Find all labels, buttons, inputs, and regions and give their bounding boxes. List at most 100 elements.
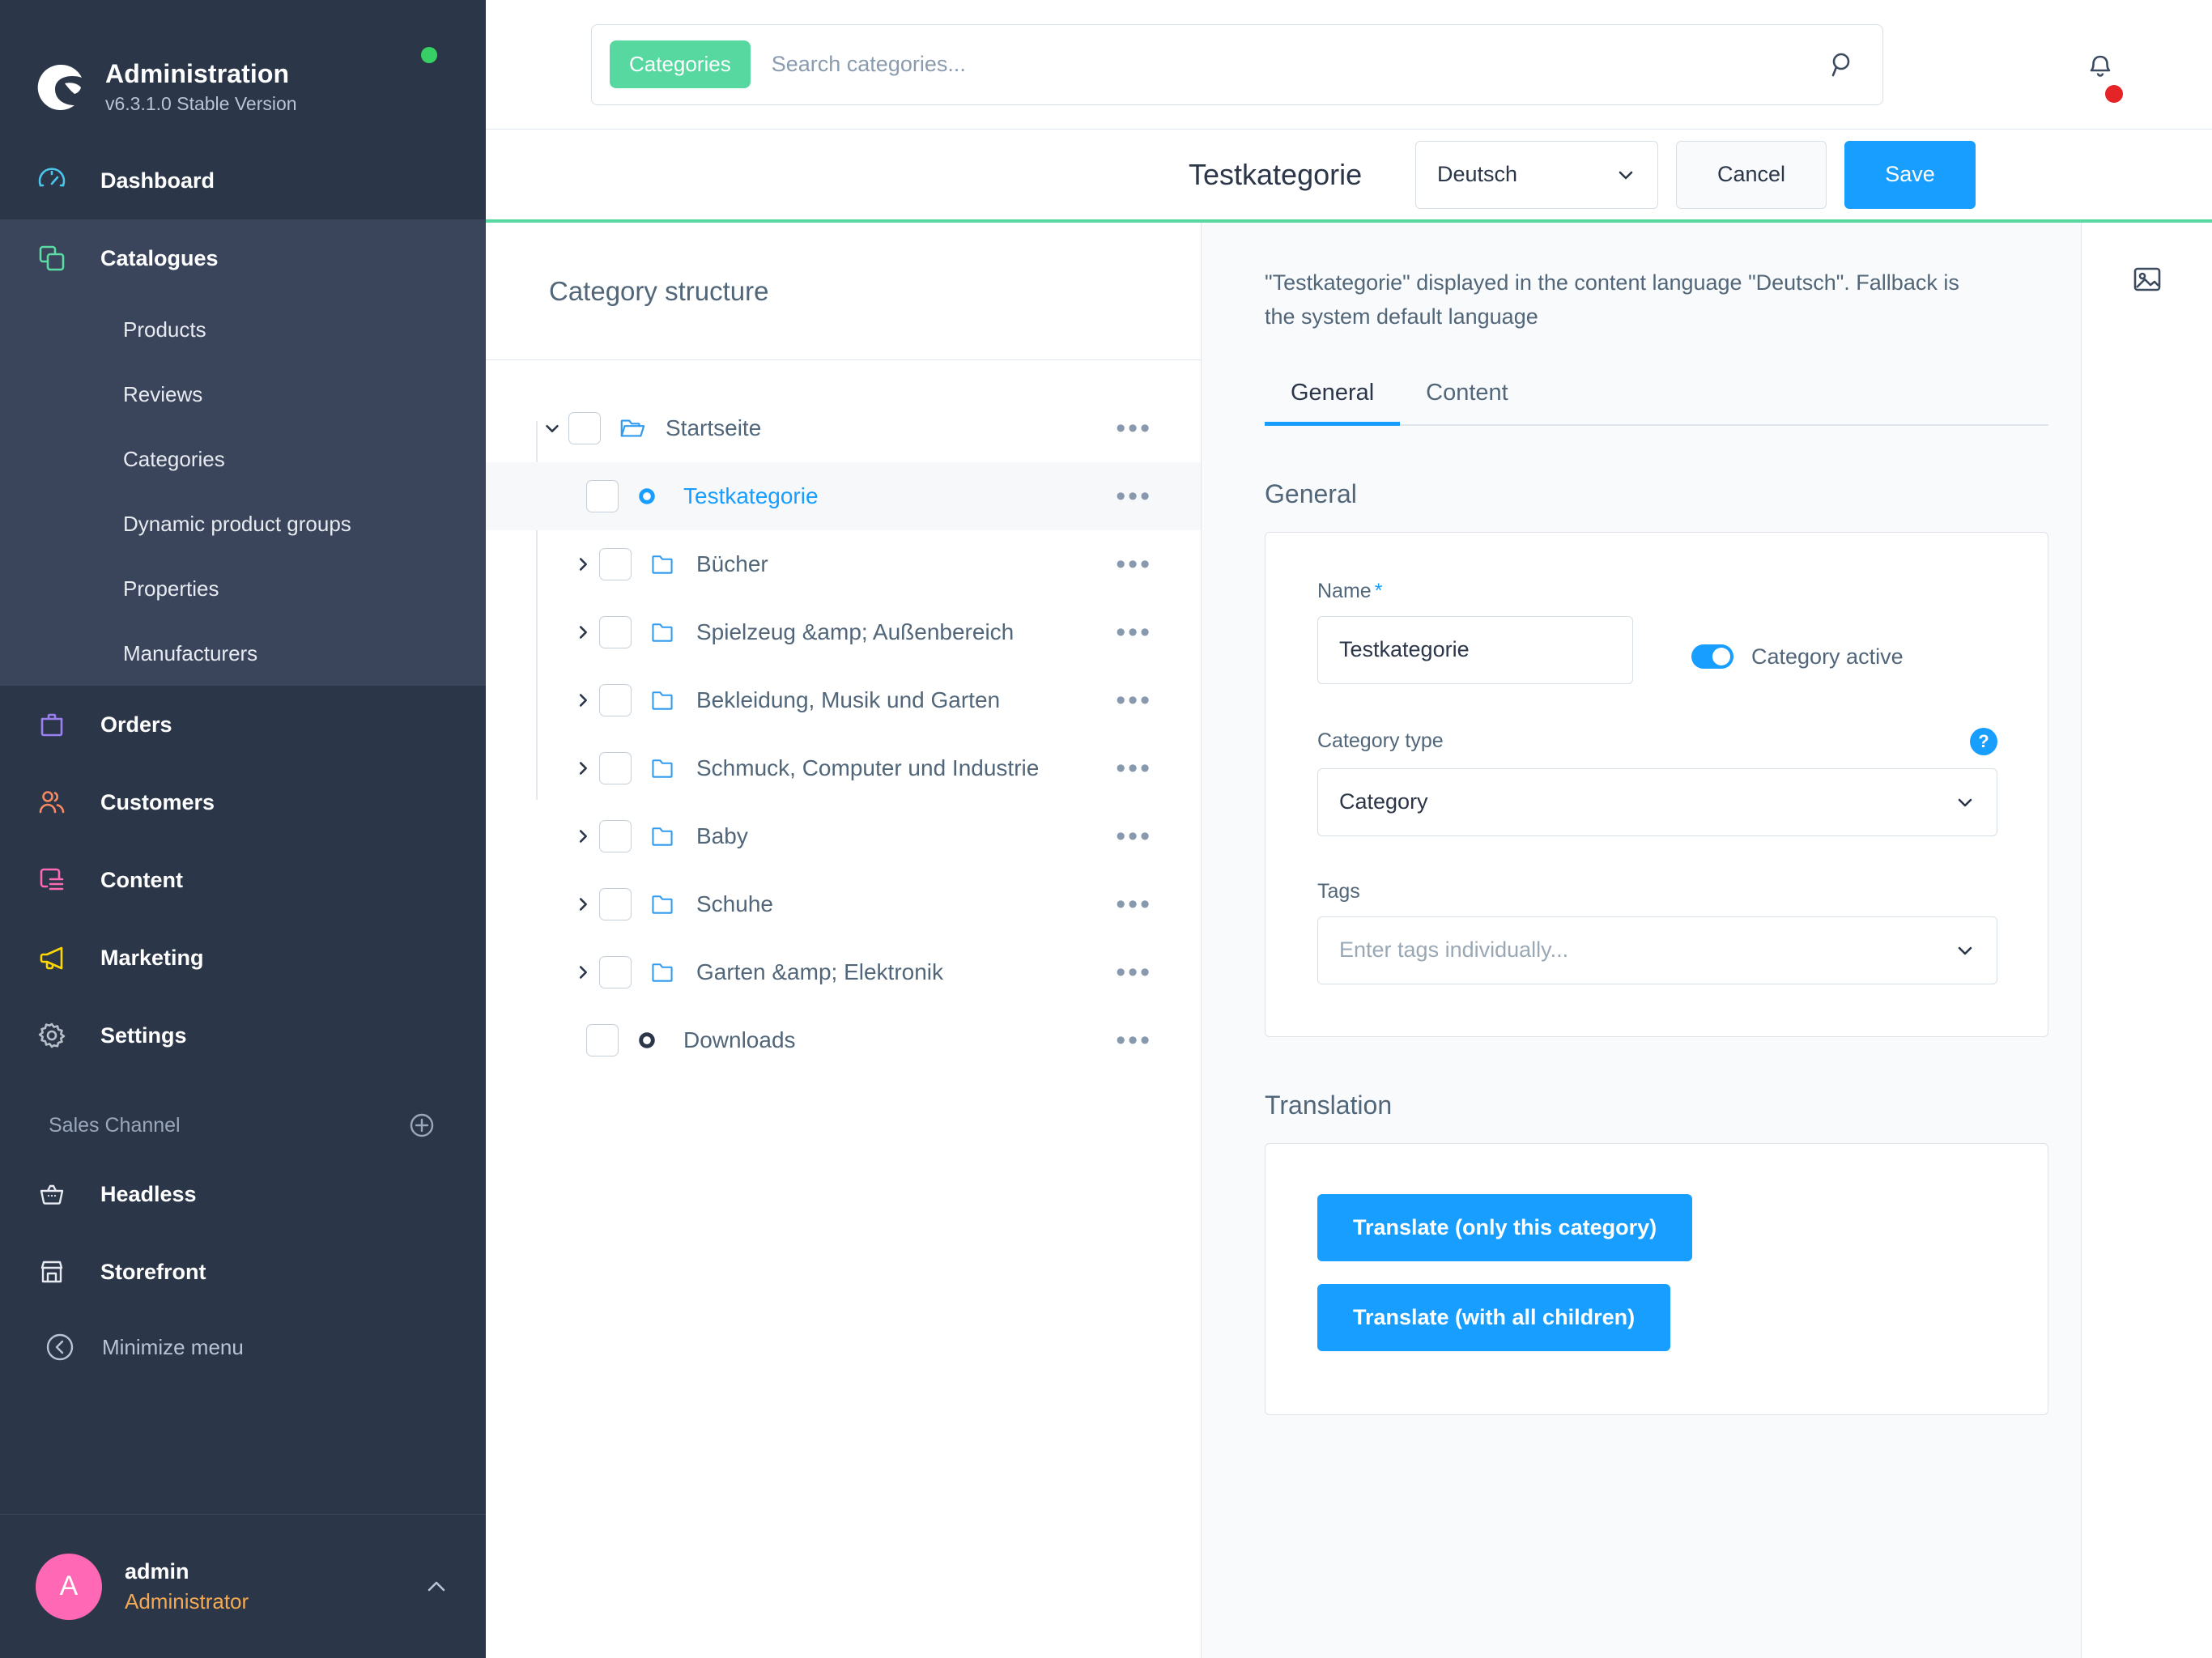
row-checkbox[interactable] <box>586 480 619 512</box>
content-row: Category structure Startseite ••• Testka… <box>486 223 2212 1658</box>
row-checkbox[interactable] <box>599 888 632 920</box>
table-row[interactable]: Testkategorie ••• <box>486 462 1201 530</box>
sidebar-item-customers[interactable]: Customers <box>0 763 486 841</box>
category-tree-header: Category structure <box>486 223 1201 360</box>
language-fallback-note: "Testkategorie" displayed in the content… <box>1265 270 1959 329</box>
translate-with-all-children-button[interactable]: Translate (with all children) <box>1317 1283 1671 1351</box>
sidebar-item-settings[interactable]: Settings <box>0 997 486 1074</box>
sidebar-item-content[interactable]: Content <box>0 841 486 919</box>
more-icon[interactable]: ••• <box>1116 755 1152 782</box>
image-icon <box>2129 261 2165 297</box>
sidebar-item-dashboard[interactable]: Dashboard <box>0 142 486 219</box>
table-row[interactable]: Schuhe ••• <box>486 870 1201 938</box>
sidebar-item-products[interactable]: Products <box>0 297 486 362</box>
table-row[interactable]: Downloads ••• <box>486 1006 1201 1074</box>
row-checkbox[interactable] <box>586 1024 619 1056</box>
chevron-down-icon <box>1955 792 1976 813</box>
chevron-up-icon[interactable] <box>423 1573 450 1601</box>
language-select-value: Deutsch <box>1437 162 1518 186</box>
sidebar-item-categories[interactable]: Categories <box>0 427 486 491</box>
chevron-right-icon[interactable] <box>567 623 599 642</box>
chevron-right-icon[interactable] <box>567 555 599 574</box>
more-icon[interactable]: ••• <box>1116 891 1152 918</box>
sidebar-item-catalogues[interactable]: Catalogues <box>0 219 486 297</box>
category-active-label: Category active <box>1751 644 1904 669</box>
gear-icon <box>36 1019 79 1052</box>
help-icon[interactable]: ? <box>1970 727 1997 755</box>
cancel-button[interactable]: Cancel <box>1676 140 1827 209</box>
category-active-toggle[interactable] <box>1691 644 1733 670</box>
translation-card: Translate (only this category) Translate… <box>1265 1142 2048 1415</box>
sidebar-item-headless[interactable]: Headless <box>0 1155 486 1233</box>
user-role: Administrator <box>125 1588 249 1613</box>
sidebar-brand[interactable]: Administration v6.3.1.0 Stable Version <box>0 0 486 142</box>
category-type-select[interactable]: Category <box>1317 767 1997 836</box>
row-checkbox[interactable] <box>599 956 632 988</box>
avatar: A <box>36 1553 102 1620</box>
sidebar-item-label: Marketing <box>100 945 204 970</box>
more-icon[interactable]: ••• <box>1116 551 1152 578</box>
table-row[interactable]: Bekleidung, Musik und Garten ••• <box>486 666 1201 734</box>
minimize-menu-button[interactable]: Minimize menu <box>0 1311 486 1384</box>
folder-icon <box>649 551 680 577</box>
language-select[interactable]: Deutsch <box>1415 140 1658 209</box>
tab-general[interactable]: General <box>1265 380 1401 426</box>
sidebar-item-dynamic-product-groups[interactable]: Dynamic product groups <box>0 491 486 556</box>
table-row[interactable]: Schmuck, Computer und Industrie ••• <box>486 734 1201 802</box>
more-icon[interactable]: ••• <box>1116 483 1152 510</box>
tags-input[interactable]: Enter tags individually... <box>1317 916 1997 984</box>
search-icon[interactable] <box>1827 49 1860 81</box>
more-icon[interactable]: ••• <box>1116 619 1152 646</box>
bag-icon <box>36 708 79 741</box>
chevron-left-circle-icon <box>42 1329 81 1365</box>
notification-badge <box>2105 84 2123 103</box>
category-active-toggle-group[interactable]: Category active <box>1691 644 1904 684</box>
sidebar-app-version: v6.3.1.0 Stable Version <box>105 93 297 115</box>
row-checkbox[interactable] <box>599 820 632 852</box>
global-search[interactable]: Categories <box>591 23 1883 105</box>
media-sidebar-button[interactable] <box>2082 223 2212 297</box>
chevron-right-icon[interactable] <box>567 827 599 846</box>
chevron-down-icon[interactable] <box>536 419 568 438</box>
search-scope-tag[interactable]: Categories <box>610 40 751 88</box>
table-row[interactable]: Bücher ••• <box>486 530 1201 598</box>
more-icon[interactable]: ••• <box>1116 1027 1152 1054</box>
sidebar-item-storefront[interactable]: Storefront <box>0 1233 486 1311</box>
more-icon[interactable]: ••• <box>1116 823 1152 850</box>
sidebar-item-marketing[interactable]: Marketing <box>0 919 486 997</box>
name-input[interactable]: Testkategorie <box>1317 615 1633 684</box>
tree-item-label: Testkategorie <box>683 483 819 508</box>
chevron-right-icon[interactable] <box>567 759 599 778</box>
tab-content[interactable]: Content <box>1400 380 1534 424</box>
add-sales-channel-icon[interactable] <box>406 1110 437 1141</box>
row-checkbox[interactable] <box>599 752 632 784</box>
sidebar-app-title: Administration <box>105 58 290 88</box>
sidebar-item-properties[interactable]: Properties <box>0 556 486 621</box>
sidebar-item-manufacturers[interactable]: Manufacturers <box>0 621 486 686</box>
more-icon[interactable]: ••• <box>1116 687 1152 714</box>
search-input[interactable] <box>771 52 1827 77</box>
more-icon[interactable]: ••• <box>1116 414 1152 442</box>
chevron-down-icon <box>1615 164 1636 185</box>
user-profile[interactable]: A admin Administrator <box>0 1514 486 1658</box>
row-checkbox[interactable] <box>599 616 632 648</box>
table-row[interactable]: Garten &amp; Elektronik ••• <box>486 938 1201 1006</box>
table-row[interactable]: Spielzeug &amp; Außenbereich ••• <box>486 598 1201 666</box>
row-checkbox[interactable] <box>568 412 601 444</box>
table-row[interactable]: Baby ••• <box>486 802 1201 870</box>
translate-only-this-category-button[interactable]: Translate (only this category) <box>1317 1193 1693 1261</box>
save-button[interactable]: Save <box>1844 140 1976 209</box>
chevron-right-icon[interactable] <box>567 691 599 710</box>
category-type-label-row: Category type ? <box>1317 727 1997 755</box>
chevron-right-icon[interactable] <box>567 963 599 982</box>
sidebar-item-reviews[interactable]: Reviews <box>0 362 486 427</box>
notifications-button[interactable] <box>1989 46 2212 103</box>
name-field-group: Name * Testkategorie <box>1317 580 1633 684</box>
chevron-right-icon[interactable] <box>567 895 599 914</box>
table-row[interactable]: Startseite ••• <box>486 394 1201 462</box>
more-icon[interactable]: ••• <box>1116 959 1152 986</box>
row-checkbox[interactable] <box>599 684 632 716</box>
shopware-logo-icon <box>36 62 86 113</box>
sidebar-item-orders[interactable]: Orders <box>0 686 486 763</box>
row-checkbox[interactable] <box>599 548 632 580</box>
